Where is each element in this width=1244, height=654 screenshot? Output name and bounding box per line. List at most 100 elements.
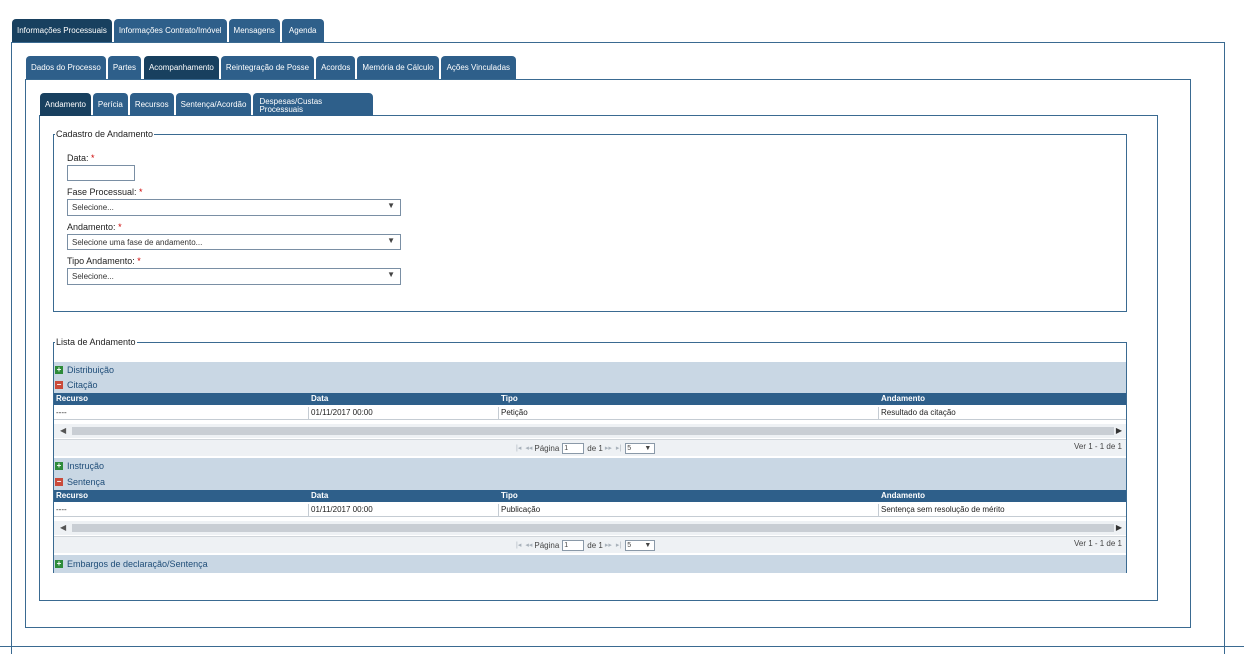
group-instrucao[interactable]: + Instrução [54, 458, 1126, 474]
triangle-down-icon: ▼ [644, 444, 652, 452]
fase-processual-select[interactable]: Selecione... ▼ [67, 199, 401, 216]
scroll-right-icon[interactable]: ▶ [1116, 424, 1122, 438]
tab-reintegracao-de-posse[interactable]: Reintegração de Posse [220, 56, 315, 79]
first-page-icon[interactable]: |◂ [516, 444, 521, 452]
data-label: Data: * [67, 153, 95, 163]
top-tabbar: Informações Processuais Informações Cont… [12, 19, 326, 42]
andamento-value: Selecione uma fase de andamento... [72, 237, 203, 247]
tab-acordos[interactable]: Acordos [316, 56, 356, 79]
tipo-andamento-select[interactable]: Selecione... ▼ [67, 268, 401, 285]
last-page-icon[interactable]: ▸| [616, 541, 621, 549]
tab-informacoes-contrato[interactable]: Informações Contrato/Imóvel [113, 19, 227, 42]
tab-acoes-vinculadas[interactable]: Ações Vinculadas [440, 56, 517, 79]
tipo-label-text: Tipo Andamento: [67, 256, 135, 266]
citacao-pager: |◂ ◂◂ Página 1 de 1 ▸▸ ▸| 5 ▼ Ver 1 - 1 d… [54, 439, 1126, 456]
data-input[interactable] [67, 165, 135, 181]
page-size-select[interactable]: 5 ▼ [625, 539, 656, 551]
andamento-select[interactable]: Selecione uma fase de andamento... ▼ [67, 234, 401, 250]
col-andamento[interactable]: Andamento [879, 393, 925, 405]
citacao-table-header: Recurso Data Tipo Andamento [54, 393, 1126, 405]
required-mark: * [91, 153, 95, 163]
tab-informacoes-processuais[interactable]: Informações Processuais [12, 19, 112, 42]
plus-icon[interactable]: + [55, 366, 63, 374]
col-data[interactable]: Data [309, 490, 328, 502]
plus-icon[interactable]: + [55, 462, 63, 470]
page-of-label: de 1 [587, 443, 603, 453]
tab-memoria-de-calculo[interactable]: Memória de Cálculo [357, 56, 439, 79]
col-data[interactable]: Data [309, 393, 328, 405]
tab-andamento[interactable]: Andamento [40, 93, 91, 116]
cell-andamento: Sentença sem resolução de mérito [878, 504, 1005, 516]
cell-tipo: Publicação [498, 504, 540, 516]
cell-recurso: ---- [56, 505, 67, 514]
page-size-select[interactable]: 5 ▼ [625, 442, 656, 454]
sentenca-table-header: Recurso Data Tipo Andamento [54, 490, 1126, 502]
data-label-text: Data: [67, 153, 89, 163]
triangle-down-icon: ▼ [387, 270, 395, 279]
scroll-thumb[interactable] [72, 524, 1114, 532]
table-row[interactable]: ---- 01/11/2017 00:00 Petição Resultado … [54, 407, 1126, 420]
tipo-andamento-value: Selecione... [72, 272, 114, 281]
cell-data: 01/11/2017 00:00 [308, 407, 373, 419]
tab-dados-do-processo[interactable]: Dados do Processo [26, 56, 106, 79]
group-distribuicao-label: Distribuição [67, 365, 115, 375]
scroll-thumb[interactable] [72, 427, 1114, 435]
required-mark: * [137, 256, 141, 266]
andamento-label-text: Andamento: [67, 222, 116, 232]
tab-despesas-custas[interactable]: Despesas/Custas Processuais [253, 93, 374, 116]
col-tipo[interactable]: Tipo [499, 490, 518, 502]
triangle-down-icon: ▼ [387, 201, 395, 210]
cell-data: 01/11/2017 00:00 [308, 504, 373, 516]
scroll-left-icon[interactable]: ◀ [60, 521, 66, 535]
tab-acompanhamento[interactable]: Acompanhamento [143, 56, 219, 79]
last-page-icon[interactable]: ▸| [616, 444, 621, 452]
group-embargos[interactable]: + Embargos de declaração/Sentença [54, 555, 1126, 573]
cell-andamento: Resultado da citação [878, 407, 956, 419]
lista-legend: Lista de Andamento [56, 337, 136, 347]
minus-icon[interactable]: − [55, 381, 63, 389]
andamento-label: Andamento: * [67, 222, 122, 232]
page-size-value: 5 [627, 444, 632, 452]
col-andamento[interactable]: Andamento [879, 490, 925, 502]
group-instrucao-label: Instrução [67, 461, 105, 471]
required-mark: * [139, 187, 143, 197]
col-recurso[interactable]: Recurso [54, 490, 88, 502]
plus-icon[interactable]: + [55, 560, 63, 568]
tab-mensagens[interactable]: Mensagens [228, 19, 280, 42]
pager-summary: Ver 1 - 1 de 1 [1073, 442, 1122, 451]
bottom-divider [0, 646, 1244, 647]
sentenca-horizontal-scrollbar[interactable]: ◀ ▶ [54, 521, 1126, 535]
tab-recursos[interactable]: Recursos [129, 93, 174, 116]
fase-label-text: Fase Processual: [67, 187, 137, 197]
citacao-horizontal-scrollbar[interactable]: ◀ ▶ [54, 424, 1126, 438]
col-tipo[interactable]: Tipo [499, 393, 518, 405]
cell-tipo: Petição [498, 407, 528, 419]
first-page-icon[interactable]: |◂ [516, 541, 521, 549]
prev-page-icon[interactable]: ◂◂ [525, 444, 532, 452]
group-distribuicao[interactable]: + Distribuição [54, 362, 1126, 378]
next-page-icon[interactable]: ▸▸ [605, 541, 612, 549]
tab-pericia[interactable]: Perícia [92, 93, 128, 116]
group-citacao-label: Citação [67, 380, 98, 390]
tab-despesas-custas-label: Despesas/Custas Processuais [259, 96, 323, 114]
page-input[interactable]: 1 [562, 539, 585, 551]
cadastro-legend: Cadastro de Andamento [56, 129, 154, 139]
tipo-andamento-label: Tipo Andamento: * [67, 256, 141, 266]
page-label: Página [534, 443, 560, 453]
table-row[interactable]: ---- 01/11/2017 00:00 Publicação Sentenç… [54, 504, 1126, 517]
group-sentenca[interactable]: − Sentença [54, 474, 1126, 490]
scroll-right-icon[interactable]: ▶ [1116, 521, 1122, 535]
group-citacao[interactable]: − Citação [54, 377, 1126, 393]
tab-agenda[interactable]: Agenda [281, 19, 324, 42]
prev-page-icon[interactable]: ◂◂ [525, 541, 532, 549]
col-recurso[interactable]: Recurso [54, 393, 88, 405]
fase-processual-label: Fase Processual: * [67, 187, 143, 197]
minus-icon[interactable]: − [55, 478, 63, 486]
scroll-left-icon[interactable]: ◀ [60, 424, 66, 438]
page-input[interactable]: 1 [562, 442, 585, 454]
tab-partes[interactable]: Partes [107, 56, 141, 79]
next-page-icon[interactable]: ▸▸ [605, 444, 612, 452]
tab-sentenca-acordao[interactable]: Sentença/Acordão [175, 93, 252, 116]
group-embargos-label: Embargos de declaração/Sentença [67, 559, 208, 569]
group-sentenca-label: Sentença [67, 477, 106, 487]
